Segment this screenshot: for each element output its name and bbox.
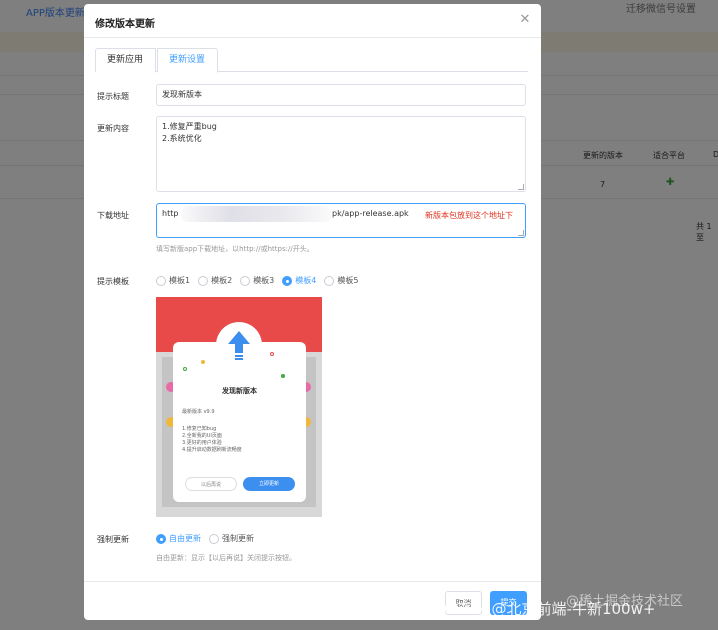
template-preview-image: 发现新版本 最新版本 v9.9 1.修复已知bug 2.全新我的UI页面 3.更…	[156, 297, 322, 517]
radio-icon	[209, 533, 219, 544]
force-update-radio-group: 自由更新 强制更新	[156, 533, 262, 544]
upload-arrow-icon	[228, 331, 250, 360]
preview-update-card: 发现新版本 最新版本 v9.9 1.修复已知bug 2.全新我的UI页面 3.更…	[173, 322, 306, 502]
preview-item-list: 1.修复已知bug 2.全新我的UI页面 3.更好的用户体验 4.提升启动数据刷…	[182, 426, 242, 454]
close-icon[interactable]: ✕	[518, 13, 532, 27]
content-textarea[interactable]: 1.修复严重bug 2.系统优化	[156, 116, 526, 192]
radio-icon	[156, 275, 166, 286]
footer-divider	[84, 581, 541, 582]
preview-title: 发现新版本	[222, 387, 257, 395]
template-radio-1[interactable]: 模板1	[156, 275, 190, 286]
preview-item: 1.修复已知bug	[182, 426, 217, 432]
resize-handle-icon[interactable]	[518, 230, 524, 236]
redacted-blur	[181, 206, 331, 222]
preview-item: 4.提升启动数据刷新流畅度	[182, 447, 242, 453]
edit-version-dialog: 修改版本更新 ✕ 更新应用 更新设置 提示标题 发现新版本 更新内容 1.修复严…	[84, 4, 541, 620]
spark-decoration	[281, 374, 285, 378]
url-prefix: http	[162, 209, 179, 218]
tab-update-settings[interactable]: 更新设置	[157, 48, 218, 73]
preview-later-button: 以后再说	[185, 477, 237, 491]
content-label: 更新内容	[97, 124, 129, 133]
radio-icon	[198, 275, 209, 286]
radio-checked-icon	[282, 275, 293, 286]
force-radio-free[interactable]: 自由更新	[156, 533, 201, 544]
url-annotation: 新版本包放到这个地址下	[425, 211, 513, 220]
radio-icon	[240, 275, 251, 286]
url-label: 下载地址	[97, 211, 129, 220]
force-update-hint: 自由更新：显示【以后再说】关闭提示按钮。	[156, 554, 296, 562]
force-radio-forced[interactable]: 强制更新	[209, 533, 254, 544]
dialog-title: 修改版本更新	[95, 19, 155, 30]
spark-decoration	[201, 360, 205, 364]
title-input[interactable]: 发现新版本	[156, 84, 526, 106]
template-label: 提示模板	[97, 277, 129, 286]
url-textarea[interactable]: http pk/app-release.apk 新版本包放到这个地址下	[156, 203, 526, 238]
dialog-divider	[84, 37, 541, 38]
template-radio-group: 模板1 模板2 模板3 模板4 模板5	[156, 275, 366, 286]
url-hint: 填写新版app下载地址，以http://或https://开头。	[156, 245, 314, 253]
radio-checked-icon	[156, 533, 166, 544]
preview-version: 最新版本 v9.9	[182, 409, 215, 415]
tab-update-app[interactable]: 更新应用	[95, 48, 156, 72]
csdn-watermark: CSDN @北京前端-牛新100w+	[444, 600, 656, 618]
resize-handle-icon[interactable]	[518, 184, 524, 190]
preview-update-now-button: 立即更新	[243, 477, 295, 491]
title-label: 提示标题	[97, 92, 129, 101]
url-suffix: pk/app-release.apk	[332, 209, 409, 218]
template-radio-3[interactable]: 模板3	[240, 275, 274, 286]
template-radio-2[interactable]: 模板2	[198, 275, 232, 286]
content-line: 1.修复严重bug	[162, 122, 217, 131]
preview-item: 3.更好的用户体验	[182, 440, 222, 446]
radio-icon	[324, 275, 335, 286]
template-radio-5[interactable]: 模板5	[324, 275, 358, 286]
force-update-label: 强制更新	[97, 535, 129, 544]
spark-decoration	[270, 352, 274, 356]
preview-item: 2.全新我的UI页面	[182, 433, 222, 439]
template-radio-4[interactable]: 模板4	[282, 275, 316, 286]
tab-bar: 更新应用 更新设置	[95, 48, 528, 73]
content-line: 2.系统优化	[162, 134, 202, 143]
spark-decoration	[183, 367, 187, 371]
